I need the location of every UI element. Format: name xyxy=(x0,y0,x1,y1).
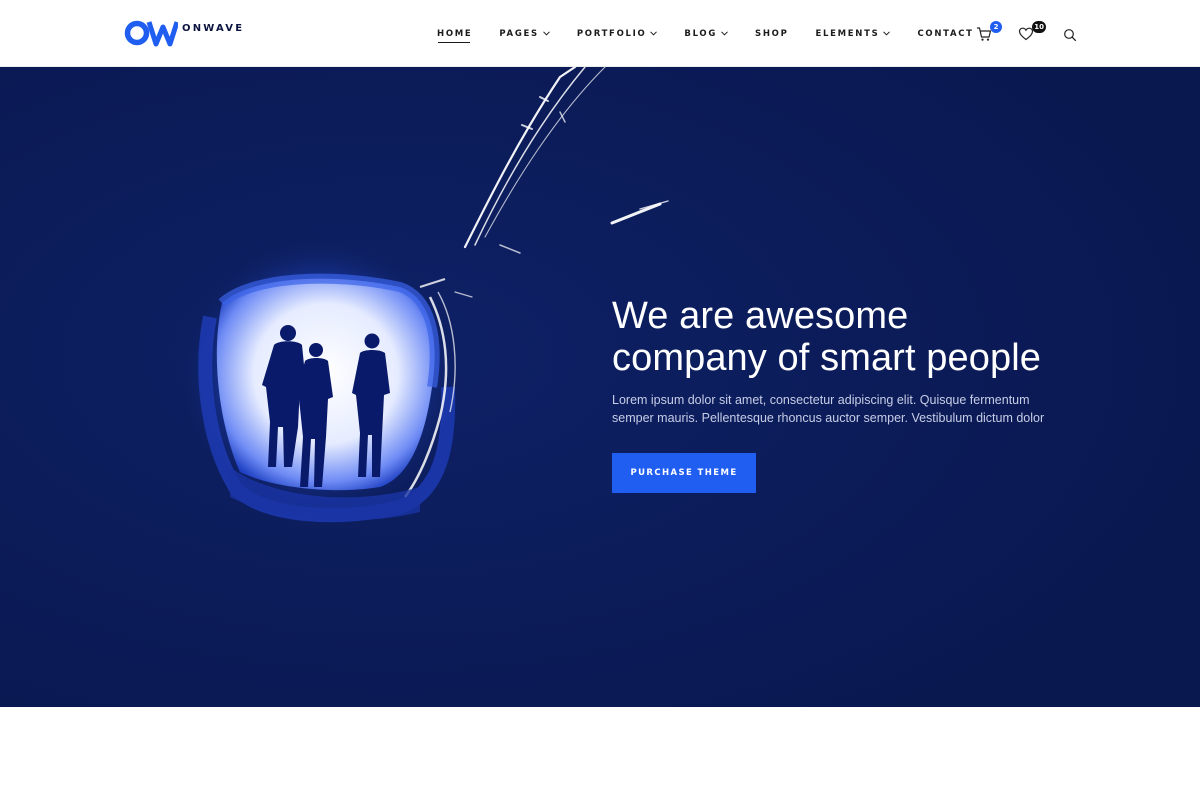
hero-title-line-1: We are awesome xyxy=(612,295,909,337)
search-button[interactable] xyxy=(1063,28,1081,46)
below-hero-area xyxy=(0,707,1200,800)
hero-title: We are awesome company of smart people xyxy=(612,295,1092,379)
hero-content: We are awesome company of smart people L… xyxy=(612,295,1092,493)
nav-item-pages[interactable]: PAGES xyxy=(499,0,550,67)
nav-item-portfolio[interactable]: PORTFOLIO xyxy=(577,0,658,67)
nav-item-label: HOME xyxy=(437,28,473,39)
nav-item-label: PAGES xyxy=(499,28,539,39)
nav-item-shop[interactable]: SHOP xyxy=(755,0,789,67)
cart-count-badge: 2 xyxy=(990,21,1002,33)
site-logo[interactable]: ONWAVE xyxy=(124,19,244,47)
search-icon xyxy=(1064,29,1077,42)
nav-item-blog[interactable]: BLOG xyxy=(684,0,728,67)
brand-name: ONWAVE xyxy=(182,22,245,34)
nav-item-contact[interactable]: CONTACT xyxy=(917,0,973,67)
nav-item-elements[interactable]: ELEMENTS xyxy=(816,0,891,67)
cart-button[interactable]: 2 xyxy=(976,21,1002,44)
nav-item-label: SHOP xyxy=(755,28,789,39)
chevron-down-icon xyxy=(650,31,658,36)
hero-section: We are awesome company of smart people L… xyxy=(0,67,1200,707)
chevron-down-icon xyxy=(883,31,891,36)
nav-item-label: PORTFOLIO xyxy=(576,28,647,39)
site-header: ONWAVE HOME PAGES PORTFOLIO BLOG SHOP EL… xyxy=(0,0,1200,67)
chevron-down-icon xyxy=(542,31,550,36)
nav-item-label: CONTACT xyxy=(917,28,974,39)
hero-description: Lorem ipsum dolor sit amet, consectetur … xyxy=(612,393,1045,425)
ow-monogram-logo-icon xyxy=(124,20,178,47)
nav-item-label: ELEMENTS xyxy=(815,28,880,39)
hero-title-line-2: company of smart people xyxy=(612,337,1041,379)
chevron-down-icon xyxy=(721,31,728,36)
nav-item-label: BLOG xyxy=(684,28,718,39)
purchase-theme-button[interactable]: PURCHASE THEME xyxy=(612,453,756,493)
wishlist-button[interactable]: 10 xyxy=(1018,21,1046,44)
wishlist-count-badge: 10 xyxy=(1032,21,1046,33)
nav-item-home[interactable]: HOME xyxy=(437,0,472,67)
main-nav: HOME PAGES PORTFOLIO BLOG SHOP ELEMENTS … xyxy=(437,0,1001,67)
